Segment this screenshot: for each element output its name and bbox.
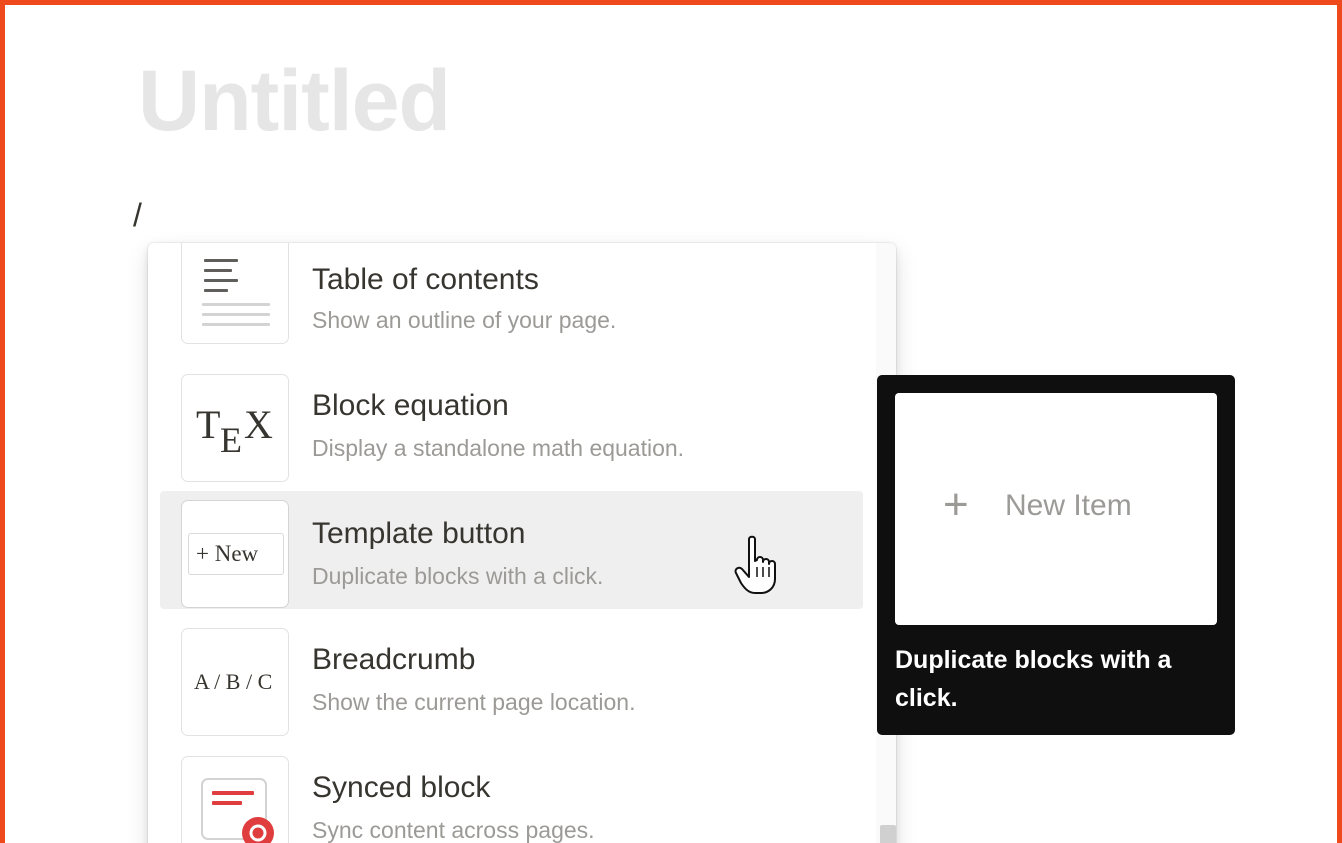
synced-block-icon [182,757,288,843]
app-window: Untitled / Table of contents Show an out… [0,0,1342,843]
menu-item-breadcrumb[interactable]: A / B / C Breadcrumb Show the current pa… [160,625,863,743]
menu-item-description: Display a standalone math equation. [312,435,685,461]
menu-item-table-of-contents[interactable]: Table of contents Show an outline of you… [160,243,863,361]
template-button-icon: + New [182,501,288,607]
tex-icon: T E X [182,375,288,481]
breadcrumb-icon: A / B / C [182,629,288,735]
menu-item-description: Sync content across pages. [312,817,595,843]
table-of-contents-icon [182,243,288,343]
tooltip-preview-image: + New Item [895,393,1217,625]
preview-tooltip: + New Item Duplicate blocks with a click… [877,375,1235,735]
tooltip-description: Duplicate blocks with a click. [895,646,1172,712]
menu-item-description: Show an outline of your page. [312,307,617,333]
slash-command-input[interactable]: / [133,195,142,235]
menu-item-title: Synced block [312,771,491,804]
plus-icon: + [943,480,969,529]
menu-item-title: Block equation [312,389,509,422]
menu-item-title: Template button [312,517,526,550]
menu-item-description: Show the current page location. [312,689,636,715]
preview-new-item-label: New Item [1005,489,1132,522]
page-title[interactable]: Untitled [138,51,451,151]
hand-pointer-cursor-icon [734,535,776,594]
menu-item-block-equation[interactable]: T E X Block equation Display a standalon… [160,371,863,489]
slash-command-menu: Table of contents Show an outline of you… [148,243,896,843]
menu-item-synced-block[interactable]: Synced block Sync content across pages. [160,753,863,843]
menu-scrollbar-thumb[interactable] [880,825,896,843]
menu-item-title: Breadcrumb [312,643,476,676]
menu-item-description: Duplicate blocks with a click. [312,563,604,589]
menu-item-title: Table of contents [312,263,539,296]
